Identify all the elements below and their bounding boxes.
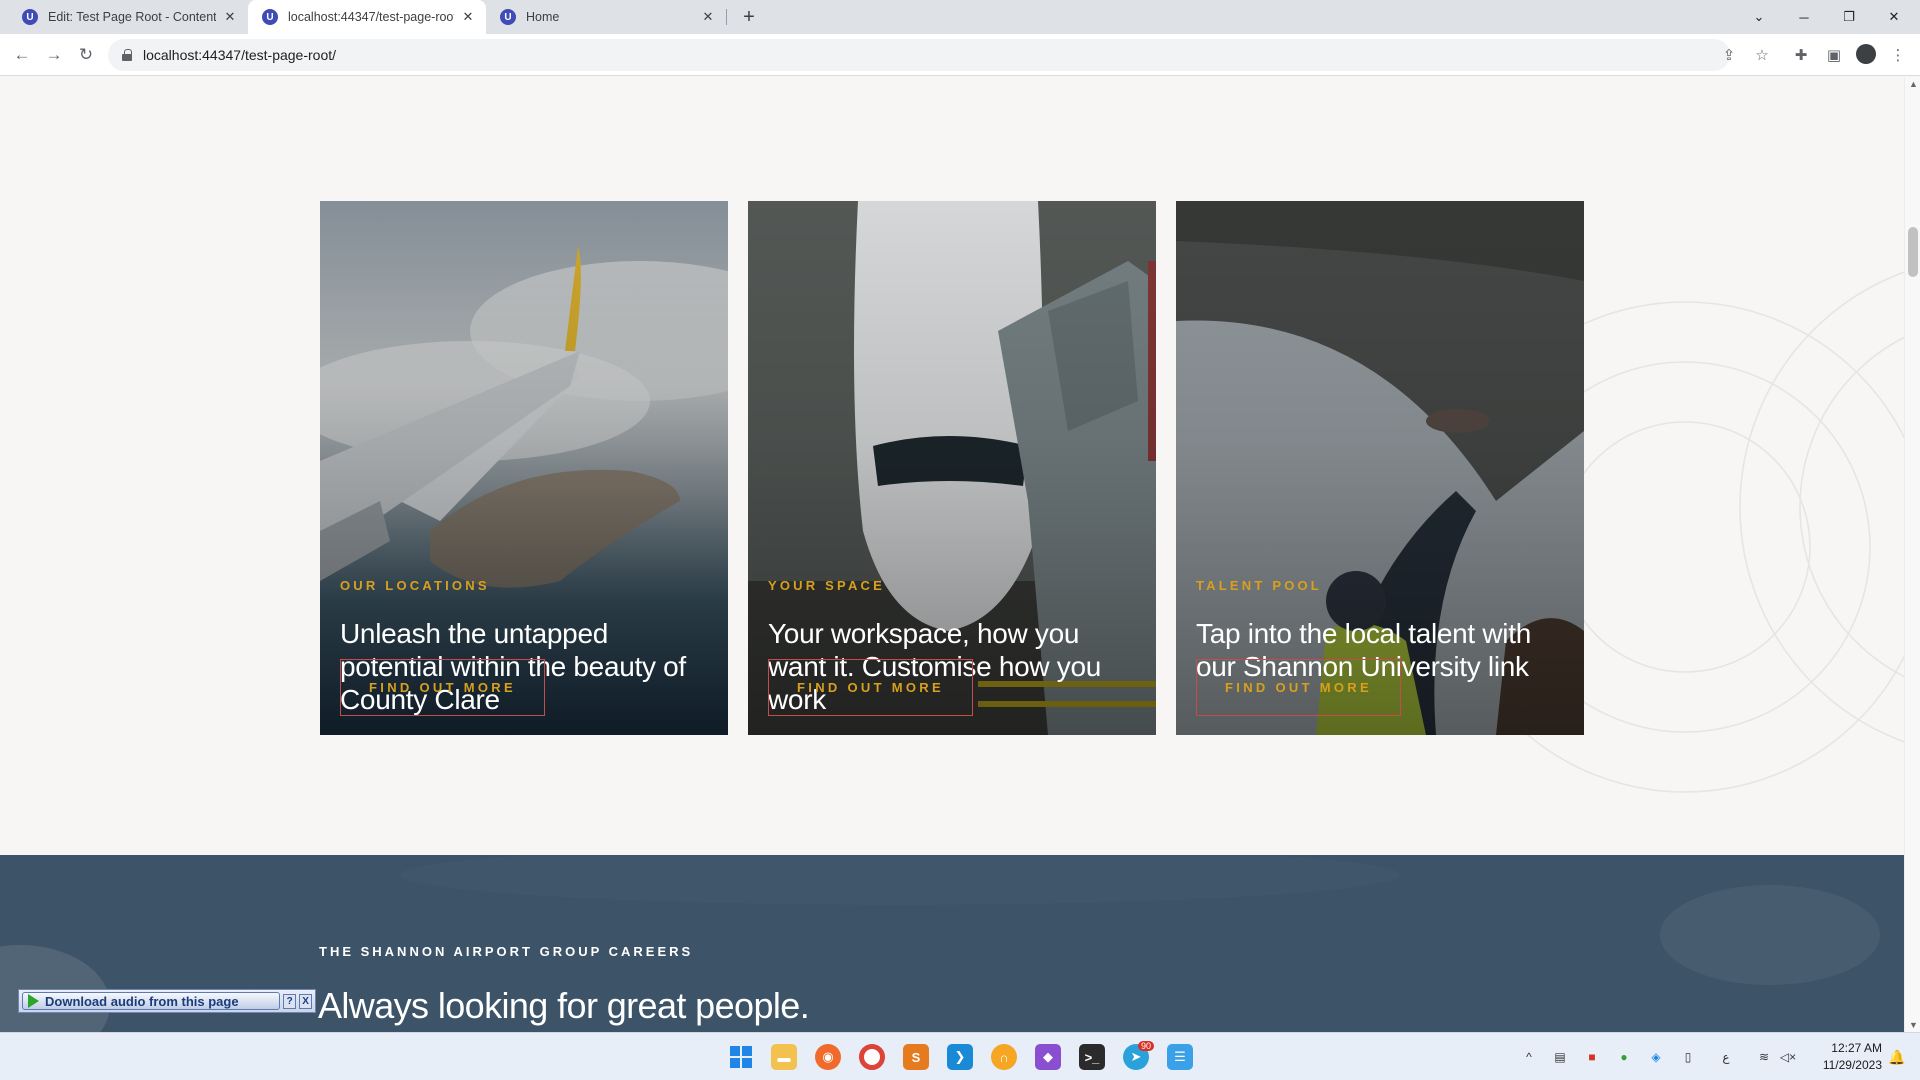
card-your-space[interactable]: YOUR SPACE Your workspace, how you want … [748,201,1156,735]
close-icon[interactable]: X [299,993,312,1009]
card-our-locations[interactable]: OUR LOCATIONS Unleash the untapped poten… [320,201,728,735]
careers-headline: Always looking for great people. [318,985,810,1026]
tab-search-chevron-icon[interactable]: ⌄ [1737,0,1781,34]
tab-separator [726,9,727,25]
share-icon[interactable]: ⇪ [1719,45,1739,65]
card-talent-pool[interactable]: TALENT POOL Tap into the local talent wi… [1176,201,1584,735]
find-out-more-button[interactable]: FIND OUT MORE [768,659,973,716]
reload-icon[interactable]: ↻ [72,41,100,69]
page-scrollbar[interactable]: ▲ ▼ [1904,77,1920,1032]
umbraco-favicon-icon: U [262,9,278,25]
vscode-icon[interactable]: ❯ [947,1044,973,1070]
back-arrow-icon[interactable]: ← [8,41,36,69]
tab-title: localhost:44347/test-page-root/ [288,10,454,24]
tab-close-icon[interactable]: ✕ [460,9,476,25]
chrome-menu-icon[interactable]: ⋮ [1888,45,1908,65]
umbraco-favicon-icon: U [22,9,38,25]
tray-globe-icon[interactable]: ● [1615,1048,1633,1066]
clock-time: 12:27 AM [1831,1041,1882,1055]
download-audio-label: Download audio from this page [45,993,239,1009]
new-tab-plus-icon[interactable]: + [737,5,761,29]
visual-studio-icon[interactable]: ◆ [1035,1044,1061,1070]
tab-title: Home [526,10,560,24]
find-out-more-button[interactable]: FIND OUT MORE [340,659,545,716]
scrollbar-thumb[interactable] [1908,227,1918,277]
windows-taskbar: ▬ ◉ S ❯ ∩ ◆ >_ ➤ 90 ☰ ^ ▤ ■ ● ◈ ▯ ﻉ ≋ ◁×… [0,1032,1920,1080]
tab-title: Edit: Test Page Root - Content - [48,10,216,24]
card-eyebrow: OUR LOCATIONS [340,578,490,593]
tray-app-icon[interactable]: ▤ [1551,1048,1569,1066]
minimize-icon[interactable]: ─ [1782,0,1826,34]
find-out-more-button[interactable]: FIND OUT MORE [1196,659,1401,716]
help-icon[interactable]: ? [283,993,297,1009]
volume-muted-icon[interactable]: ◁× [1779,1048,1797,1066]
notepad-icon[interactable]: ☰ [1167,1044,1193,1070]
sublime-text-icon[interactable]: S [903,1044,929,1070]
play-icon [28,994,39,1008]
language-indicator-icon[interactable]: ﻉ [1717,1048,1735,1066]
profile-avatar[interactable] [1856,44,1876,64]
download-audio-bar: Download audio from this page ? X [18,989,316,1013]
tab-close-icon[interactable]: ✕ [222,9,238,25]
tab-close-icon[interactable]: ✕ [700,9,716,25]
tab-localhost-test-page-root[interactable]: U localhost:44347/test-page-root/ ✕ [248,0,486,34]
page-viewport: OUR LOCATIONS Unleash the untapped poten… [0,77,1904,1032]
bookmark-star-icon[interactable]: ☆ [1752,45,1772,65]
terminal-icon[interactable]: >_ [1079,1044,1105,1070]
notification-bell-icon[interactable]: 🔔 [1888,1049,1905,1065]
scroll-up-arrow-icon[interactable]: ▲ [1909,79,1918,89]
wifi-icon[interactable]: ≋ [1755,1048,1773,1066]
firefox-icon[interactable]: ◉ [815,1044,841,1070]
browser-tab-strip: U Edit: Test Page Root - Content - ✕ U l… [0,0,1920,34]
download-audio-button[interactable]: Download audio from this page [22,992,281,1010]
windows-start-icon[interactable] [728,1044,754,1070]
restore-icon[interactable]: ❐ [1827,0,1871,34]
forward-arrow-icon[interactable]: → [40,41,68,69]
side-panel-icon[interactable]: ▣ [1824,45,1844,65]
window-close-icon[interactable]: ✕ [1872,0,1916,34]
browser-toolbar: ← → ↻ localhost:44347/test-page-root/ ⇪ … [0,34,1920,76]
chrome-icon[interactable] [859,1044,885,1070]
tray-usb-icon[interactable]: ▯ [1679,1048,1697,1066]
card-eyebrow: YOUR SPACE [768,578,885,593]
scroll-down-arrow-icon[interactable]: ▼ [1909,1020,1918,1030]
umbraco-favicon-icon: U [500,9,516,25]
app-icon[interactable]: ∩ [991,1044,1017,1070]
extensions-puzzle-icon[interactable]: ✚ [1791,45,1811,65]
system-clock[interactable]: 12:27 AM 11/29/2023 [1808,1040,1882,1074]
tab-home[interactable]: U Home ✕ [486,0,726,34]
address-bar[interactable]: localhost:44347/test-page-root/ [108,39,1730,71]
address-url[interactable]: localhost:44347/test-page-root/ [143,47,336,63]
feature-cards: OUR LOCATIONS Unleash the untapped poten… [320,201,1584,735]
clock-date: 11/29/2023 [1822,1058,1882,1072]
card-eyebrow: TALENT POOL [1196,578,1322,593]
show-hidden-icons-chevron-icon[interactable]: ^ [1520,1048,1538,1066]
notification-badge: 90 [1138,1041,1155,1051]
careers-eyebrow: THE SHANNON AIRPORT GROUP CAREERS [319,944,694,959]
tab-edit-test-page-root[interactable]: U Edit: Test Page Root - Content - ✕ [8,0,248,34]
file-explorer-icon[interactable]: ▬ [771,1044,797,1070]
tray-antivirus-icon[interactable]: ■ [1583,1048,1601,1066]
lock-icon[interactable] [122,49,132,61]
tray-security-icon[interactable]: ◈ [1647,1048,1665,1066]
